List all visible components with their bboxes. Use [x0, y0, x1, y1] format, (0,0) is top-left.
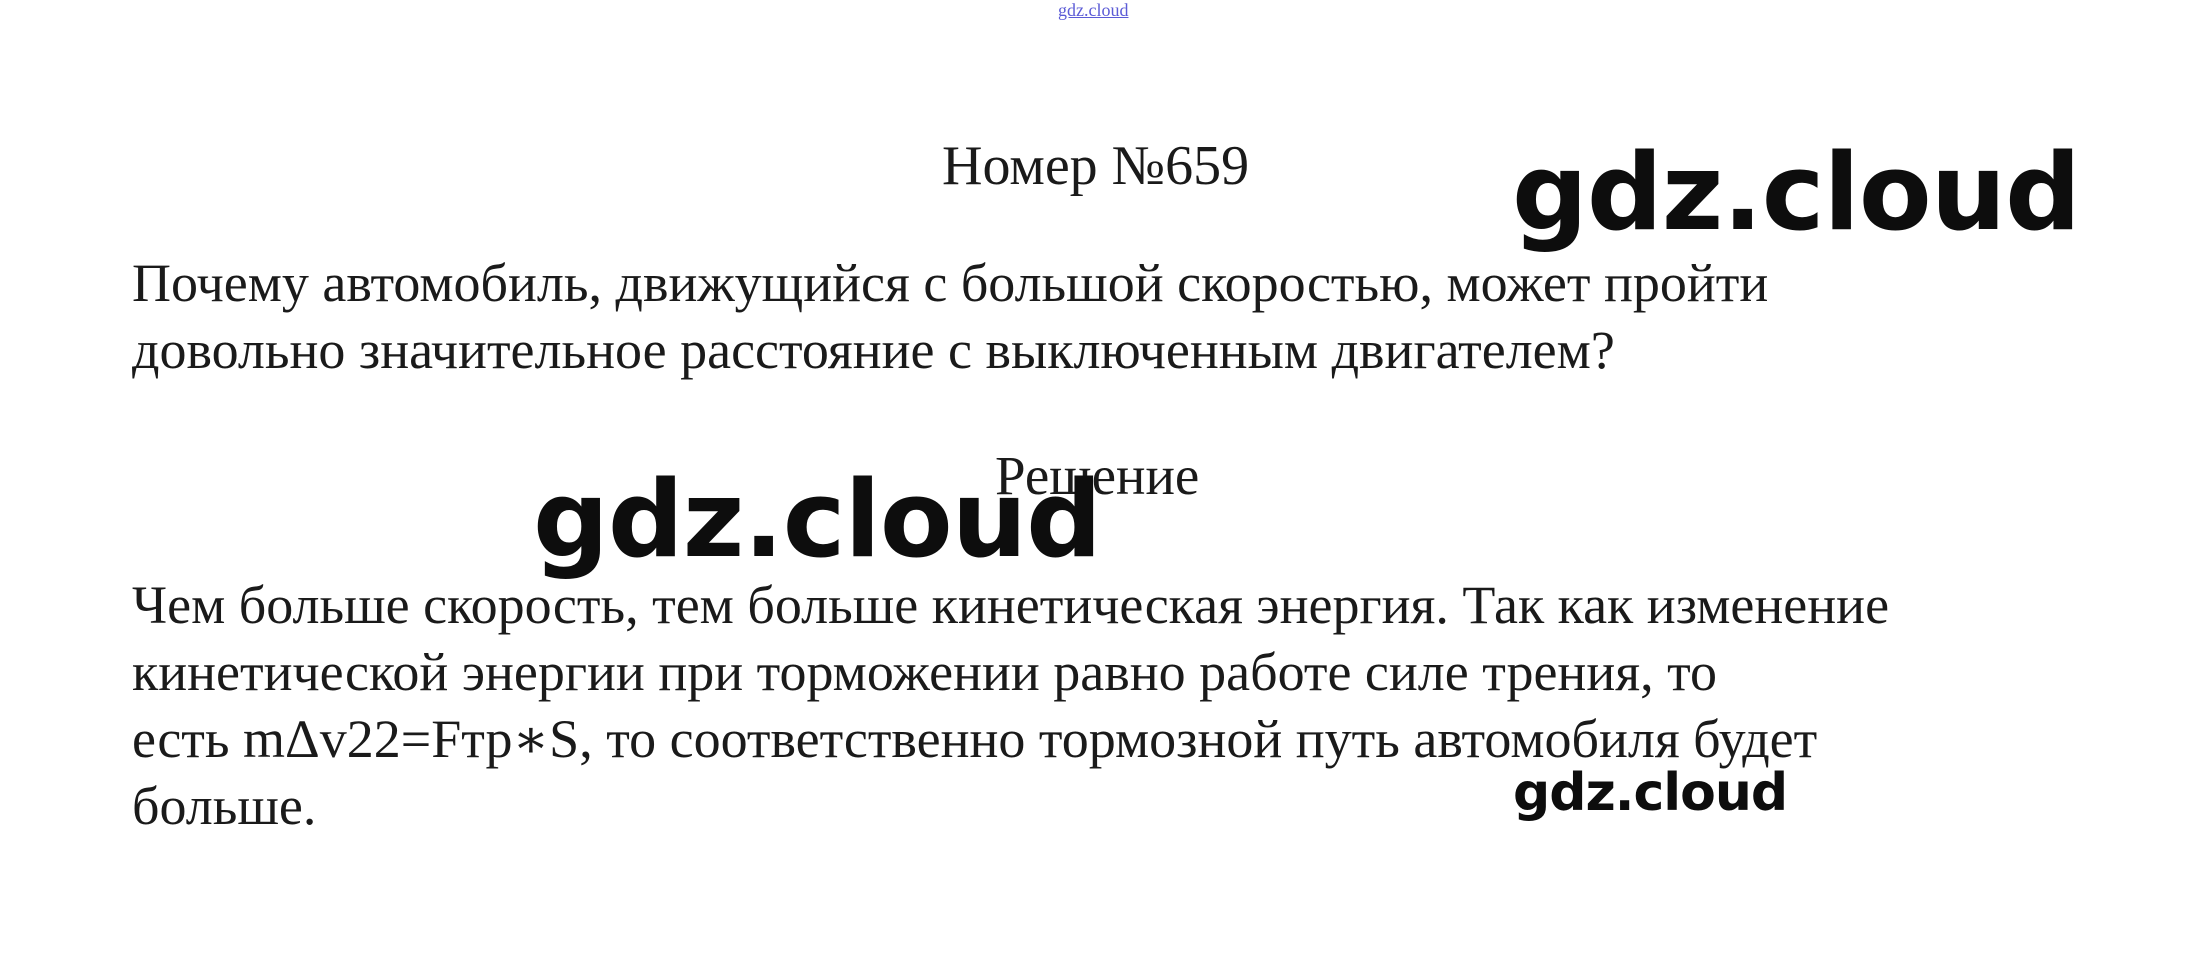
answer-line-4: больше. — [132, 776, 317, 836]
question-line-1: Почему автомобиль, движущийся с большой … — [132, 253, 1769, 313]
question-line-2: довольно значительное расстояние с выклю… — [132, 320, 1615, 380]
watermark-logo: gdz.cloud — [1513, 763, 1788, 823]
watermark-logo: gdz.cloud — [533, 458, 1102, 581]
watermark-logo: gdz.cloud — [1512, 131, 2081, 254]
answer-line-2: кинетической энергии при торможении равн… — [132, 642, 1717, 702]
site-link[interactable]: gdz.cloud — [1058, 0, 1128, 21]
answer-line-3: есть mΔv22=Fтр∗S, то соответственно торм… — [132, 709, 1818, 769]
task-number-heading: Номер №659 — [942, 135, 1250, 197]
answer-line-1: Чем больше скорость, тем больше кинетиче… — [132, 575, 1890, 635]
